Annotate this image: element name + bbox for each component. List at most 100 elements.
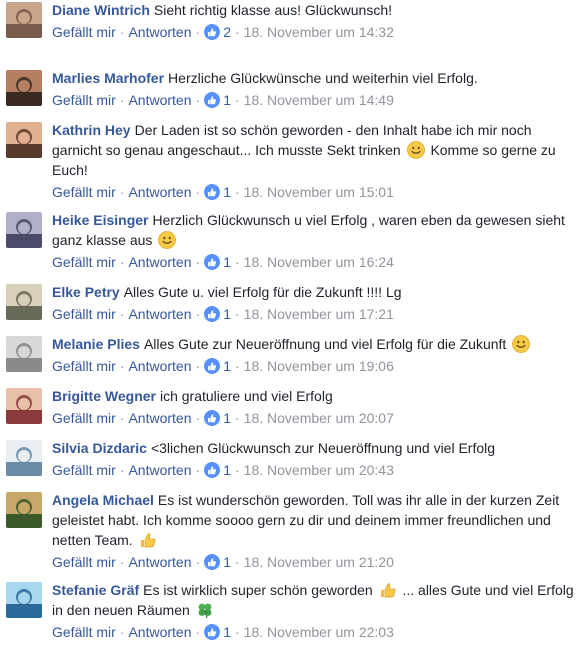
reply-link[interactable]: Antworten	[128, 358, 191, 374]
comment-author[interactable]: Stefanie Gräf	[52, 582, 139, 598]
like-link[interactable]: Gefällt mir	[52, 254, 116, 270]
like-count[interactable]: 1	[223, 462, 231, 478]
like-link[interactable]: Gefällt mir	[52, 410, 116, 426]
separator: ·	[119, 254, 125, 270]
reply-link[interactable]: Antworten	[128, 254, 191, 270]
comment-author[interactable]: Elke Petry	[52, 284, 120, 300]
comment-text: Angela Michael Es ist wunderschön geworde…	[52, 490, 577, 550]
comment-content: Marlies Marhofer Herzliche Glückwünsche u…	[52, 68, 577, 110]
avatar[interactable]	[6, 336, 42, 372]
comment-author[interactable]: Melanie Plies	[52, 336, 140, 352]
reply-link[interactable]: Antworten	[128, 410, 191, 426]
reply-link[interactable]: Antworten	[128, 24, 191, 40]
comment-timestamp[interactable]: 18. November um 21:20	[244, 554, 394, 570]
like-count[interactable]: 1	[223, 554, 231, 570]
comment-author[interactable]: Silvia Dizdaric	[52, 440, 147, 456]
comment-timestamp[interactable]: 18. November um 20:07	[244, 410, 394, 426]
thumbs-up-emoji	[379, 581, 397, 599]
like-reaction-icon[interactable]	[204, 92, 221, 113]
avatar[interactable]	[6, 2, 42, 38]
comment-author[interactable]: Diane Wintrich	[52, 2, 150, 18]
avatar[interactable]	[6, 122, 42, 158]
comment-body: <3lichen Glückwunsch zur Neueröffnung un…	[150, 440, 496, 456]
comment-timestamp[interactable]: 18. November um 14:32	[244, 24, 394, 40]
comment-content: Kathrin Hey Der Laden ist so schön geword…	[52, 120, 577, 202]
comment-text: Diane Wintrich Sieht richtig klasse aus! …	[52, 0, 577, 20]
separator: ·	[119, 554, 125, 570]
like-reaction-icon[interactable]	[204, 306, 221, 327]
like-count[interactable]: 1	[223, 92, 231, 108]
like-link[interactable]: Gefällt mir	[52, 624, 116, 640]
reply-link[interactable]: Antworten	[128, 624, 191, 640]
comment-body: Herzliche Glückwünsche und weiterhin vie…	[168, 70, 478, 86]
like-count[interactable]: 1	[223, 254, 231, 270]
like-count[interactable]: 2	[223, 24, 231, 40]
comment-timestamp[interactable]: 18. November um 16:24	[244, 254, 394, 270]
smiley-emoji	[158, 231, 177, 249]
comment-content: Elke Petry Alles Gute u. viel Erfolg für …	[52, 282, 577, 324]
reply-link[interactable]: Antworten	[128, 92, 191, 108]
like-count[interactable]: 1	[223, 358, 231, 374]
comment-timestamp[interactable]: 18. November um 22:03	[244, 624, 394, 640]
like-reaction-icon[interactable]	[204, 254, 221, 275]
like-reaction-icon[interactable]	[204, 184, 221, 205]
like-link[interactable]: Gefällt mir	[52, 184, 116, 200]
avatar[interactable]	[6, 70, 42, 106]
like-reaction-icon[interactable]	[204, 554, 221, 575]
smiley-emoji	[406, 141, 425, 159]
like-count[interactable]: 1	[223, 306, 231, 322]
avatar[interactable]	[6, 440, 42, 476]
comment-content: Heike Eisinger Herzlich Glückwunsch u vie…	[52, 210, 577, 272]
like-link[interactable]: Gefällt mir	[52, 554, 116, 570]
like-count[interactable]: 1	[223, 624, 231, 640]
comment-body: Alles Gute u. viel Erfolg für die Zukunf…	[123, 284, 402, 300]
comment-timestamp[interactable]: 18. November um 15:01	[244, 184, 394, 200]
separator: ·	[195, 92, 201, 108]
like-link[interactable]: Gefällt mir	[52, 306, 116, 322]
comment-author[interactable]: Kathrin Hey	[52, 122, 131, 138]
reply-link[interactable]: Antworten	[128, 306, 191, 322]
comment-content: Angela Michael Es ist wunderschön geworde…	[52, 490, 577, 572]
like-link[interactable]: Gefällt mir	[52, 92, 116, 108]
like-count[interactable]: 1	[223, 410, 231, 426]
avatar[interactable]	[6, 388, 42, 424]
comment-author[interactable]: Marlies Marhofer	[52, 70, 164, 86]
like-reaction-icon[interactable]	[204, 624, 221, 645]
comment-author[interactable]: Heike Eisinger	[52, 212, 149, 228]
comment-actions: Gefällt mir · Antworten · 1 · 18. November um …	[52, 182, 577, 202]
comment-author[interactable]: Brigitte Wegner	[52, 388, 156, 404]
like-reaction-icon[interactable]	[204, 358, 221, 379]
like-link[interactable]: Gefällt mir	[52, 462, 116, 478]
comment-body: Alles Gute zur Neueröffnung und viel Erf…	[143, 336, 507, 352]
comment-text: Silvia Dizdaric <3lichen Glückwunsch zur …	[52, 438, 577, 458]
separator: ·	[119, 462, 125, 478]
like-reaction-icon[interactable]	[204, 410, 221, 431]
comment-timestamp[interactable]: 18. November um 17:21	[244, 306, 394, 322]
clover-emoji	[196, 601, 214, 619]
comment-content: Melanie Plies Alles Gute zur Neueröffnung…	[52, 334, 577, 376]
comment-body: Es ist wirklich super schön geworden	[143, 582, 373, 598]
reply-link[interactable]: Antworten	[128, 554, 191, 570]
comment-timestamp[interactable]: 18. November um 20:43	[244, 462, 394, 478]
avatar[interactable]	[6, 582, 42, 618]
like-reaction-icon[interactable]	[204, 24, 221, 45]
comment-timestamp[interactable]: 18. November um 19:06	[244, 358, 394, 374]
separator: ·	[195, 554, 201, 570]
separator: ·	[195, 624, 201, 640]
comment-content: Stefanie Gräf Es ist wirklich super schön…	[52, 580, 577, 642]
separator: ·	[195, 254, 201, 270]
like-count[interactable]: 1	[223, 184, 231, 200]
like-link[interactable]: Gefällt mir	[52, 24, 116, 40]
like-reaction-icon[interactable]	[204, 462, 221, 483]
comment-timestamp[interactable]: 18. November um 14:49	[244, 92, 394, 108]
avatar[interactable]	[6, 212, 42, 248]
reply-link[interactable]: Antworten	[128, 462, 191, 478]
comment-text: Kathrin Hey Der Laden ist so schön geword…	[52, 120, 577, 180]
avatar[interactable]	[6, 492, 42, 528]
avatar[interactable]	[6, 284, 42, 320]
separator: ·	[234, 306, 240, 322]
like-link[interactable]: Gefällt mir	[52, 358, 116, 374]
comment-author[interactable]: Angela Michael	[52, 492, 154, 508]
comment-content: Brigitte Wegner ich gratuliere und viel E…	[52, 386, 577, 428]
reply-link[interactable]: Antworten	[128, 184, 191, 200]
